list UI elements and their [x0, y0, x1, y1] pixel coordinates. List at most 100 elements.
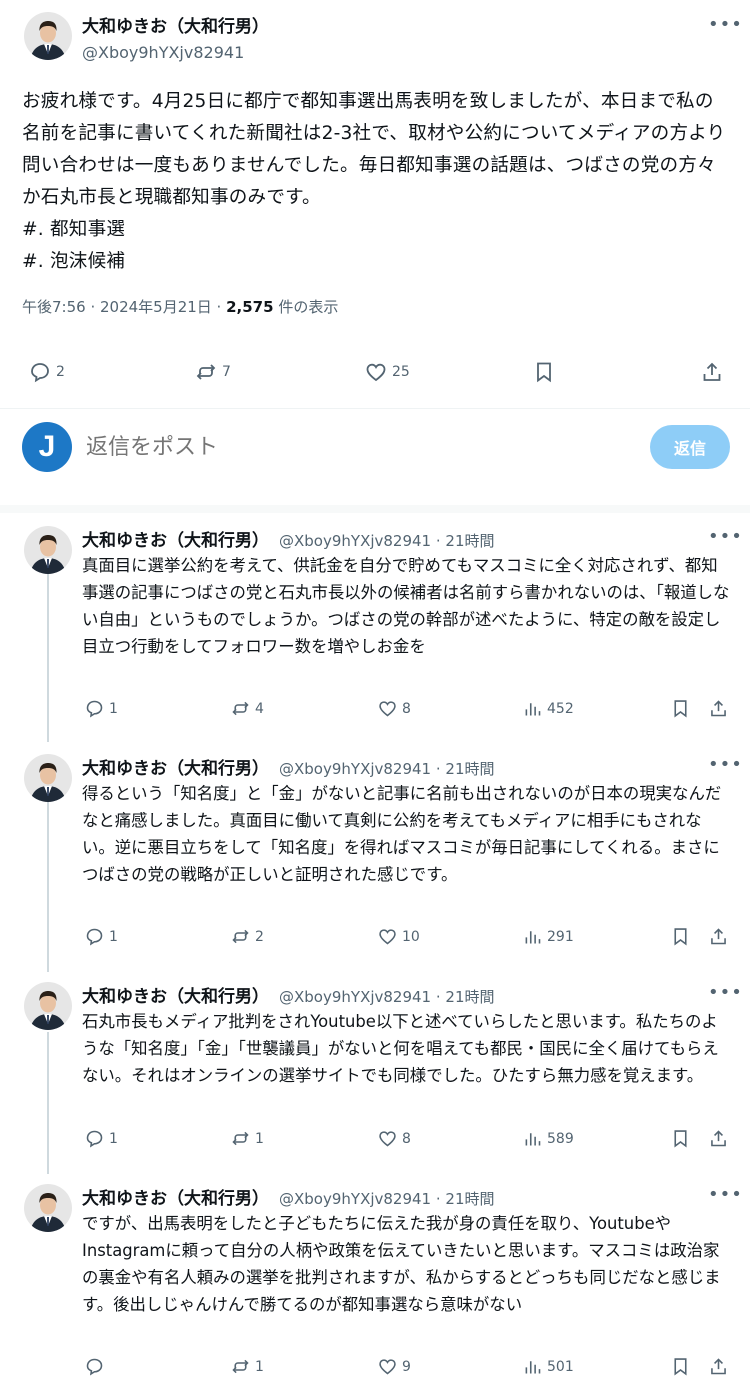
views-icon — [525, 703, 541, 716]
reply-header: 大和ゆきお（大和行男） @Xboy9hYXjv82941 · 21時間 — [82, 1184, 495, 1209]
reply-actions: 1 1 8 589 — [0, 1126, 750, 1156]
reply-input[interactable] — [86, 430, 586, 464]
like-icon — [379, 1359, 396, 1375]
bookmark-button[interactable] — [670, 1356, 691, 1377]
bookmark-icon — [537, 362, 551, 383]
thread-reply[interactable]: 大和ゆきお（大和行男） @Xboy9hYXjv82941 · 21時間 ••• … — [0, 512, 750, 742]
more-icon[interactable]: ••• — [708, 756, 743, 774]
like-button[interactable]: 10 — [377, 926, 420, 947]
repost-icon — [232, 1359, 249, 1374]
reply-text: 真面目に選挙公約を考えて、供託金を自分で貯めてもマスコミに全く対応されず、都知事… — [82, 556, 730, 656]
more-icon[interactable]: ••• — [708, 16, 743, 34]
reply-text: 石丸市長もメディア批判をされYoutube以下と述べていらしたと思います。私たち… — [82, 1012, 719, 1085]
reply-count: 2 — [56, 364, 65, 380]
share-icon — [711, 928, 726, 945]
like-icon — [379, 701, 396, 717]
repost-button[interactable]: 2 — [230, 926, 264, 947]
tweet-actions: 2 7 25 — [0, 352, 750, 392]
author-name[interactable]: 大和ゆきお（大和行男） — [82, 982, 269, 1007]
view-count: 589 — [547, 1130, 574, 1147]
reply-header: 大和ゆきお（大和行男） @Xboy9hYXjv82941 · 21時間 — [82, 526, 495, 551]
repost-button[interactable]: 7 — [194, 360, 231, 384]
author-handle[interactable]: @Xboy9hYXjv82941 — [82, 43, 269, 62]
author-name[interactable]: 大和ゆきお（大和行男） — [82, 754, 269, 779]
thread-reply[interactable]: 大和ゆきお（大和行男） @Xboy9hYXjv82941 · 21時間 ••• … — [0, 1170, 750, 1397]
views-button[interactable]: 589 — [522, 1128, 574, 1149]
like-button[interactable]: 9 — [377, 1356, 411, 1377]
reply-actions: 1 9 501 — [0, 1354, 750, 1384]
repost-button[interactable]: 1 — [230, 1356, 264, 1377]
share-button[interactable] — [708, 698, 729, 719]
author-handle[interactable]: @Xboy9hYXjv82941 · 21時間 — [279, 986, 495, 1007]
like-icon — [379, 929, 396, 945]
author-handle[interactable]: @Xboy9hYXjv82941 · 21時間 — [279, 530, 495, 551]
repost-count: 1 — [255, 1358, 264, 1375]
avatar[interactable] — [24, 982, 72, 1030]
views-button[interactable]: 501 — [522, 1356, 574, 1377]
reply-header: 大和ゆきお（大和行男） @Xboy9hYXjv82941 · 21時間 — [82, 982, 495, 1007]
like-button[interactable]: 8 — [377, 698, 411, 719]
share-button[interactable] — [708, 1356, 729, 1377]
author-name[interactable]: 大和ゆきお（大和行男） — [82, 526, 269, 551]
bookmark-button[interactable] — [670, 926, 691, 947]
current-user-avatar[interactable]: J — [22, 422, 72, 472]
thread-reply[interactable]: 大和ゆきお（大和行男） @Xboy9hYXjv82941 · 21時間 ••• … — [0, 740, 750, 972]
reply-actions: 1 2 10 291 — [0, 924, 750, 954]
more-icon[interactable]: ••• — [708, 984, 743, 1002]
author-handle[interactable]: @Xboy9hYXjv82941 · 21時間 — [279, 758, 495, 779]
avatar[interactable] — [24, 526, 72, 574]
more-icon[interactable]: ••• — [708, 528, 743, 546]
author-photo — [24, 12, 72, 60]
avatar[interactable] — [24, 754, 72, 802]
like-count: 8 — [402, 1130, 411, 1147]
reply-submit-button[interactable]: 返信 — [650, 425, 730, 469]
like-button[interactable]: 8 — [377, 1128, 411, 1149]
avatar[interactable] — [24, 12, 72, 60]
share-button[interactable] — [708, 926, 729, 947]
repost-count: 2 — [255, 928, 264, 945]
reply-text: ですが、出馬表明をしたと子どもたちに伝えた我が身の責任を取り、YoutubeやI… — [82, 1214, 721, 1314]
repost-button[interactable]: 1 — [230, 1128, 264, 1149]
views-icon — [525, 1361, 541, 1374]
share-button[interactable] — [708, 1128, 729, 1149]
views-icon — [525, 931, 541, 944]
bookmark-icon — [674, 928, 687, 946]
avatar[interactable] — [24, 1184, 72, 1232]
tweet-text: お疲れ様です。4月25日に都庁で都知事選出馬表明を致しましたが、本日まで私の名前… — [22, 91, 726, 272]
bookmark-icon — [674, 1130, 687, 1148]
bookmark-button[interactable] — [670, 1128, 691, 1149]
author-name[interactable]: 大和ゆきお（大和行男） — [82, 12, 269, 37]
author-handle[interactable]: @Xboy9hYXjv82941 · 21時間 — [279, 1188, 495, 1209]
reply-icon — [86, 700, 103, 718]
reply-button[interactable]: 1 — [84, 698, 118, 719]
like-button[interactable]: 25 — [364, 360, 410, 384]
author-photo — [24, 754, 72, 802]
reply-button[interactable]: 1 — [84, 926, 118, 947]
view-count: 291 — [547, 928, 574, 945]
views-button[interactable]: 291 — [522, 926, 574, 947]
bookmark-icon — [674, 1358, 687, 1376]
share-icon — [703, 362, 721, 381]
repost-button[interactable]: 4 — [230, 698, 264, 719]
views-button[interactable]: 452 — [522, 698, 574, 719]
tweet-timestamp[interactable]: 午後7:56 · 2024年5月21日 · — [22, 298, 226, 316]
like-count: 10 — [402, 928, 420, 945]
reply-button[interactable]: 2 — [28, 360, 65, 384]
bookmark-button[interactable] — [670, 698, 691, 719]
repost-icon — [232, 929, 249, 944]
share-button[interactable] — [700, 360, 724, 384]
reply-button[interactable]: 1 — [84, 1128, 118, 1149]
main-tweet-header: 大和ゆきお（大和行男） @Xboy9hYXjv82941 — [82, 12, 269, 62]
thread-reply[interactable]: 大和ゆきお（大和行男） @Xboy9hYXjv82941 · 21時間 ••• … — [0, 968, 750, 1174]
share-icon — [711, 1358, 726, 1375]
author-photo — [24, 526, 72, 574]
reply-count: 1 — [109, 700, 118, 717]
reply-button[interactable] — [84, 1356, 109, 1377]
view-count-suffix: 件の表示 — [273, 298, 339, 316]
like-icon — [379, 1131, 396, 1147]
author-name[interactable]: 大和ゆきお（大和行男） — [82, 1184, 269, 1209]
bookmark-button[interactable] — [532, 360, 556, 384]
divider — [0, 408, 750, 409]
reply-count: 1 — [109, 928, 118, 945]
more-icon[interactable]: ••• — [708, 1186, 743, 1204]
